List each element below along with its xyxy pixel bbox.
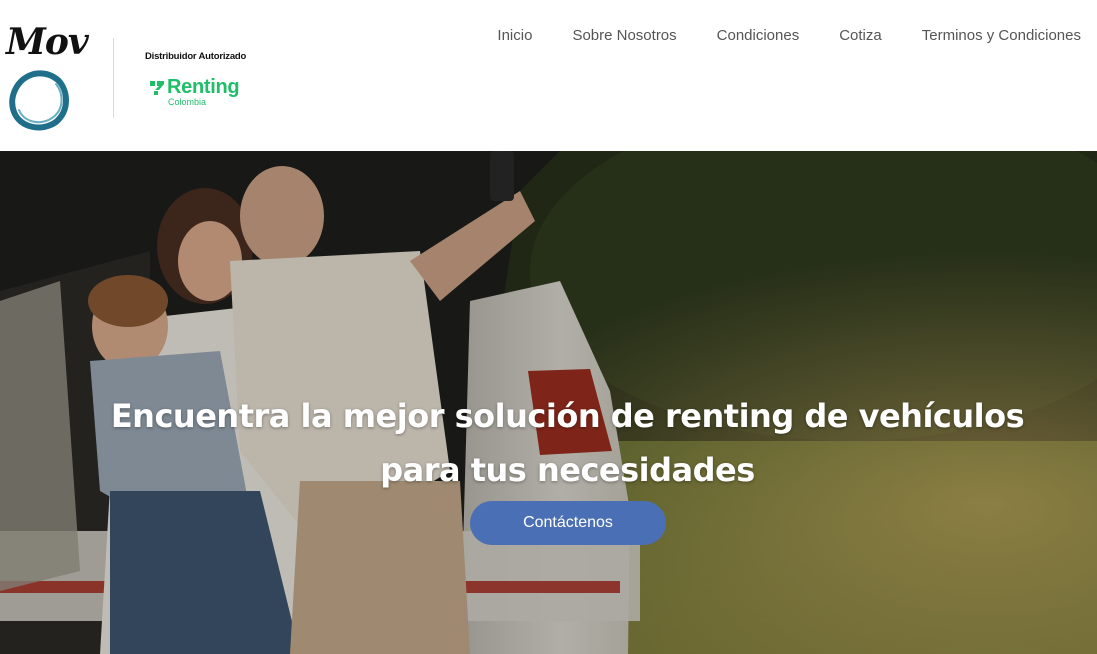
logo-text: Mov — [6, 21, 89, 63]
renting-subtitle: Colombia — [168, 97, 207, 107]
logo-divider — [113, 38, 114, 118]
logo-ring-icon — [9, 70, 69, 131]
nav-item-terminos[interactable]: Terminos y Condiciones — [922, 26, 1081, 46]
hero-section: Encuentra la mejor solución de renting d… — [0, 151, 1097, 654]
main-nav: Inicio Sobre Nosotros Condiciones Cotiza… — [497, 26, 1081, 46]
renting-wordmark: Renting — [167, 76, 240, 98]
page: Mov Distribuidor Autorizado Renting Colo… — [0, 0, 1097, 654]
hero-headline: Encuentra la mejor solución de renting d… — [0, 389, 1097, 497]
mov-logo[interactable]: Mov — [6, 20, 89, 136]
nav-item-sobre-nosotros[interactable]: Sobre Nosotros — [572, 26, 676, 46]
distributor-label: Distribuidor Autorizado — [145, 51, 247, 62]
nav-item-inicio[interactable]: Inicio — [497, 26, 532, 46]
renting-mark-icon — [150, 81, 164, 95]
renting-colombia-logo[interactable]: Renting Colombia — [150, 76, 250, 110]
site-header: Mov Distribuidor Autorizado Renting Colo… — [0, 0, 1097, 151]
nav-item-cotiza[interactable]: Cotiza — [839, 26, 882, 46]
hero-headline-line2: para tus necesidades — [380, 451, 755, 489]
nav-item-condiciones[interactable]: Condiciones — [717, 26, 800, 46]
contact-button[interactable]: Contáctenos — [470, 501, 666, 545]
hero-headline-line1: Encuentra la mejor solución de renting d… — [110, 397, 1025, 435]
